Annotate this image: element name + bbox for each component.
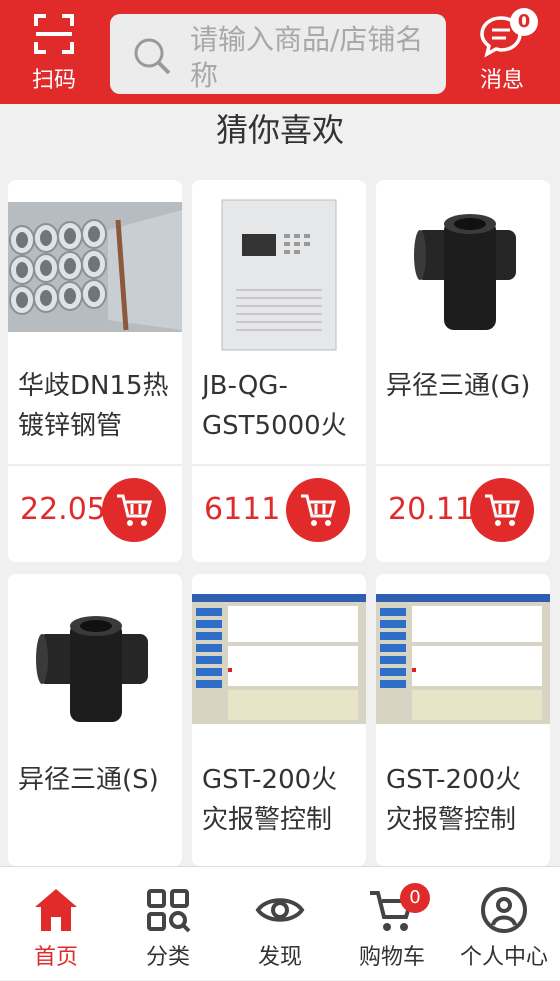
tab-discover[interactable]: 发现 xyxy=(224,867,336,981)
tab-category[interactable]: 分类 xyxy=(112,867,224,981)
product-image xyxy=(8,180,182,360)
search-icon xyxy=(134,38,171,75)
cart-icon xyxy=(117,494,152,526)
cart-icon xyxy=(485,494,520,526)
product-card[interactable]: GST-200火灾报警控制 xyxy=(192,574,366,866)
add-to-cart-button[interactable] xyxy=(102,478,166,542)
divider xyxy=(376,464,550,466)
product-name: 华歧DN15热镀锌钢管 xyxy=(18,371,169,441)
product-name: GST-200火灾报警控制 xyxy=(386,765,522,835)
message-label: 消息 xyxy=(479,68,524,93)
tab-label: 首页 xyxy=(33,945,78,970)
product-price: 20.11 xyxy=(388,492,474,527)
galvanized-pipes-image xyxy=(8,202,182,332)
scan-icon xyxy=(34,14,74,54)
section-title: 猜你喜欢 xyxy=(215,111,344,149)
divider xyxy=(8,464,182,466)
product-image xyxy=(192,574,366,754)
product-name: 异径三通(S) xyxy=(18,765,159,795)
category-icon xyxy=(147,889,191,933)
black-tee-fitting-image xyxy=(36,616,148,722)
fire-control-panel-image xyxy=(221,199,337,351)
home-icon xyxy=(35,889,77,931)
bottom-tab-bar: 首页 分类 发现 0 购物车 个人中心 xyxy=(0,866,560,980)
product-card[interactable]: 异径三通(S) xyxy=(8,574,182,866)
add-to-cart-button[interactable] xyxy=(286,478,350,542)
product-image xyxy=(376,180,550,360)
user-icon xyxy=(481,887,527,933)
tab-home[interactable]: 首页 xyxy=(0,867,112,981)
product-image xyxy=(376,574,550,754)
scan-label: 扫码 xyxy=(31,68,76,93)
cart-icon xyxy=(301,494,336,526)
top-bar: 扫码 请输入商品/店铺名称 0 消息 xyxy=(0,0,560,104)
message-button[interactable]: 0 消息 xyxy=(466,8,546,98)
product-price: 22.05 xyxy=(20,492,106,527)
tab-label: 分类 xyxy=(145,945,190,970)
search-placeholder: 请输入商品/店铺名称 xyxy=(190,23,424,92)
divider xyxy=(192,464,366,466)
product-name: GST-200火灾报警控制 xyxy=(202,765,338,835)
product-card[interactable]: 华歧DN15热镀锌钢管 22.05 xyxy=(8,180,182,562)
add-to-cart-button[interactable] xyxy=(470,478,534,542)
product-card[interactable]: GST-200火灾报警控制 xyxy=(376,574,550,866)
tab-label: 发现 xyxy=(257,945,302,970)
tab-label: 购物车 xyxy=(358,945,425,970)
search-input[interactable]: 请输入商品/店铺名称 xyxy=(110,14,446,94)
message-count-badge: 0 xyxy=(510,8,538,36)
product-card[interactable]: JB-QG-GST5000火 6111 xyxy=(192,180,366,562)
black-tee-fitting-image xyxy=(414,214,516,330)
tab-profile[interactable]: 个人中心 xyxy=(448,867,560,981)
product-price: 6111 xyxy=(204,492,281,527)
cart-count-badge: 0 xyxy=(400,883,430,913)
software-screenshot-image xyxy=(376,594,550,724)
tab-cart[interactable]: 0 购物车 xyxy=(336,867,448,981)
product-card[interactable]: 异径三通(G) 20.11 xyxy=(376,180,550,562)
eye-icon xyxy=(255,898,305,922)
product-name: 异径三通(G) xyxy=(386,371,531,401)
software-screenshot-image xyxy=(192,594,366,724)
scan-button[interactable]: 扫码 xyxy=(14,8,94,98)
product-image xyxy=(8,574,182,754)
product-image xyxy=(192,180,366,360)
tab-label: 个人中心 xyxy=(459,945,548,970)
product-name: JB-QG-GST5000火 xyxy=(202,371,347,441)
